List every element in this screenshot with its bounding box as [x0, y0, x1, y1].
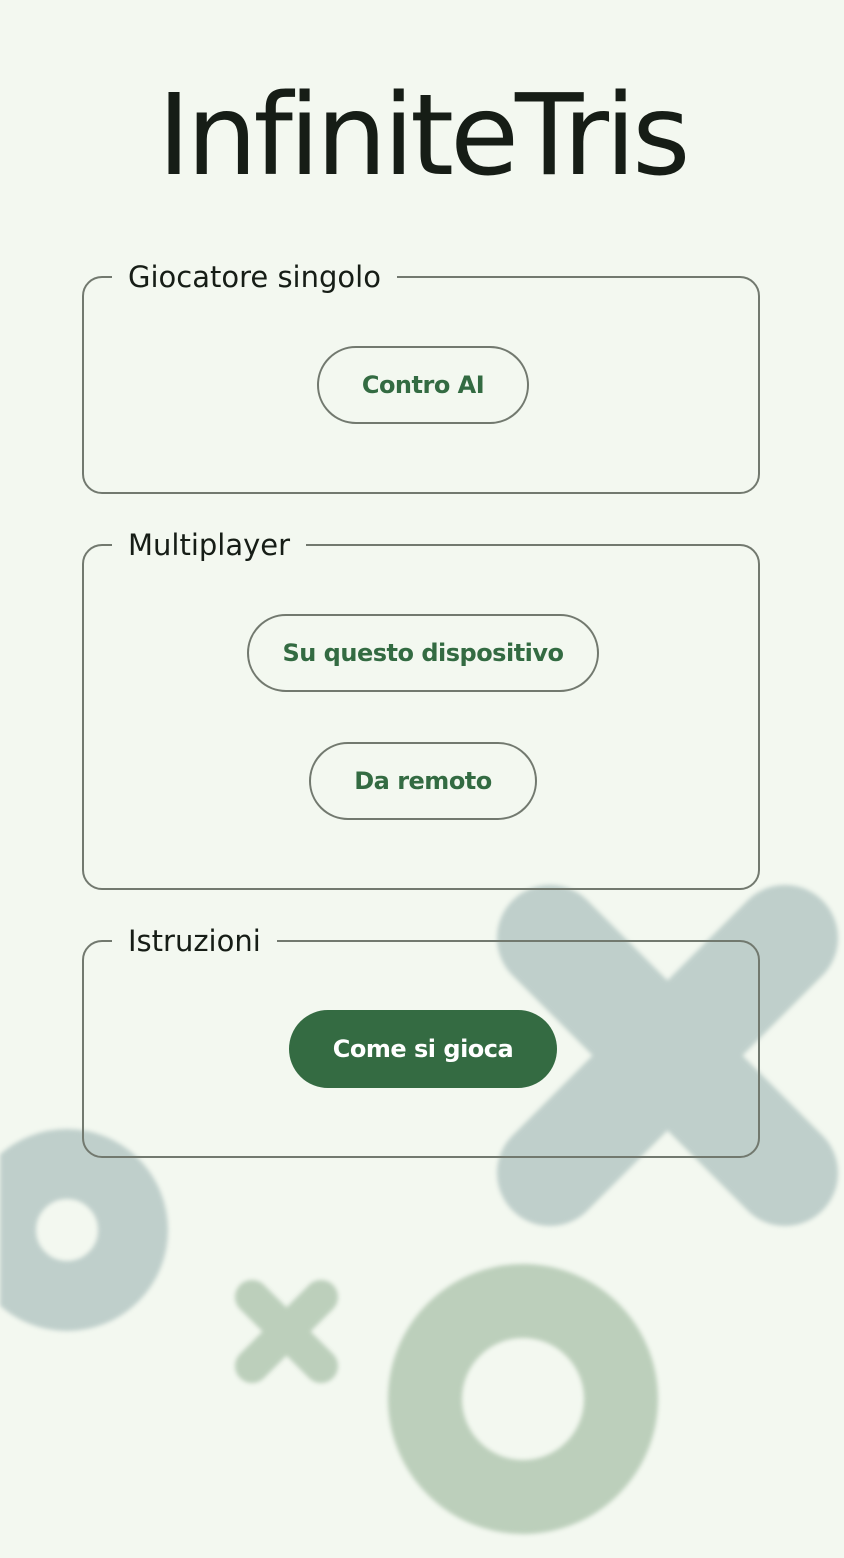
- app-title: InfiniteTris: [157, 71, 691, 201]
- local-multiplayer-button[interactable]: Su questo dispositivo: [247, 614, 599, 692]
- single-player-section: Giocatore singolo Contro AI: [82, 259, 760, 494]
- remote-multiplayer-button[interactable]: Da remoto: [309, 742, 537, 820]
- circle-icon: [0, 1129, 168, 1331]
- instructions-section: Istruzioni Come si gioca: [82, 923, 760, 1158]
- single-player-legend: Giocatore singolo: [112, 259, 397, 295]
- play-vs-ai-button[interactable]: Contro AI: [317, 346, 529, 424]
- small-cross-icon: [235, 1280, 338, 1383]
- instructions-legend: Istruzioni: [112, 923, 277, 959]
- multiplayer-section: Multiplayer Su questo dispositivo Da rem…: [82, 527, 760, 890]
- how-to-play-button[interactable]: Come si gioca: [289, 1010, 557, 1088]
- large-circle-icon: [388, 1264, 658, 1534]
- multiplayer-legend: Multiplayer: [112, 527, 307, 563]
